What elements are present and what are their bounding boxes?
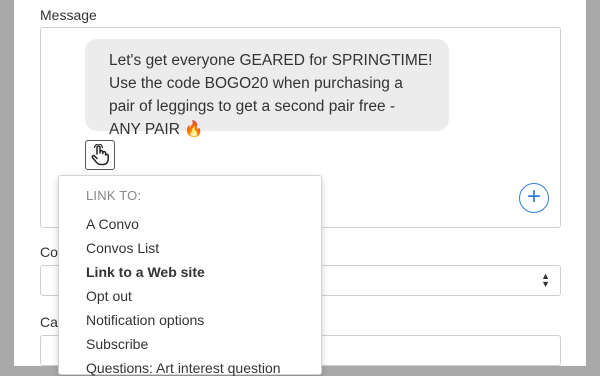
link-menu-item-subscribe[interactable]: Subscribe xyxy=(86,336,148,352)
link-menu-item-a-convo[interactable]: A Convo xyxy=(86,216,139,232)
message-label: Message xyxy=(40,7,97,23)
form-panel: Message Let's get everyone GEARED for SP… xyxy=(14,0,586,376)
link-menu-item-notification-options[interactable]: Notification options xyxy=(86,312,204,328)
link-menu-header: LINK TO: xyxy=(86,188,142,203)
second-field-label: Co xyxy=(40,244,58,260)
message-line: Use the code BOGO20 when purchasing a xyxy=(109,75,403,92)
message-line: Let's get everyone GEARED for SPRINGTIME… xyxy=(109,52,433,69)
link-menu-item-convos-list[interactable]: Convos List xyxy=(86,240,159,256)
link-menu-item-opt-out[interactable]: Opt out xyxy=(86,288,132,304)
link-menu-item-questions[interactable]: Questions: Art interest question xyxy=(86,360,281,376)
message-bubble[interactable]: Let's get everyone GEARED for SPRINGTIME… xyxy=(85,39,449,138)
tap-hand-icon xyxy=(91,144,109,166)
message-line: ANY PAIR 🔥 xyxy=(109,121,204,138)
third-field-label: Ca xyxy=(40,314,58,330)
link-button[interactable] xyxy=(85,140,115,170)
add-content-button[interactable]: + xyxy=(519,183,549,213)
link-to-menu: LINK TO: A Convo Convos List Link to a W… xyxy=(58,175,322,376)
message-line: pair of leggings to get a second pair fr… xyxy=(109,98,396,115)
link-menu-item-web-site[interactable]: Link to a Web site xyxy=(86,264,205,280)
select-arrows-icon: ▲ ▼ xyxy=(541,271,550,289)
